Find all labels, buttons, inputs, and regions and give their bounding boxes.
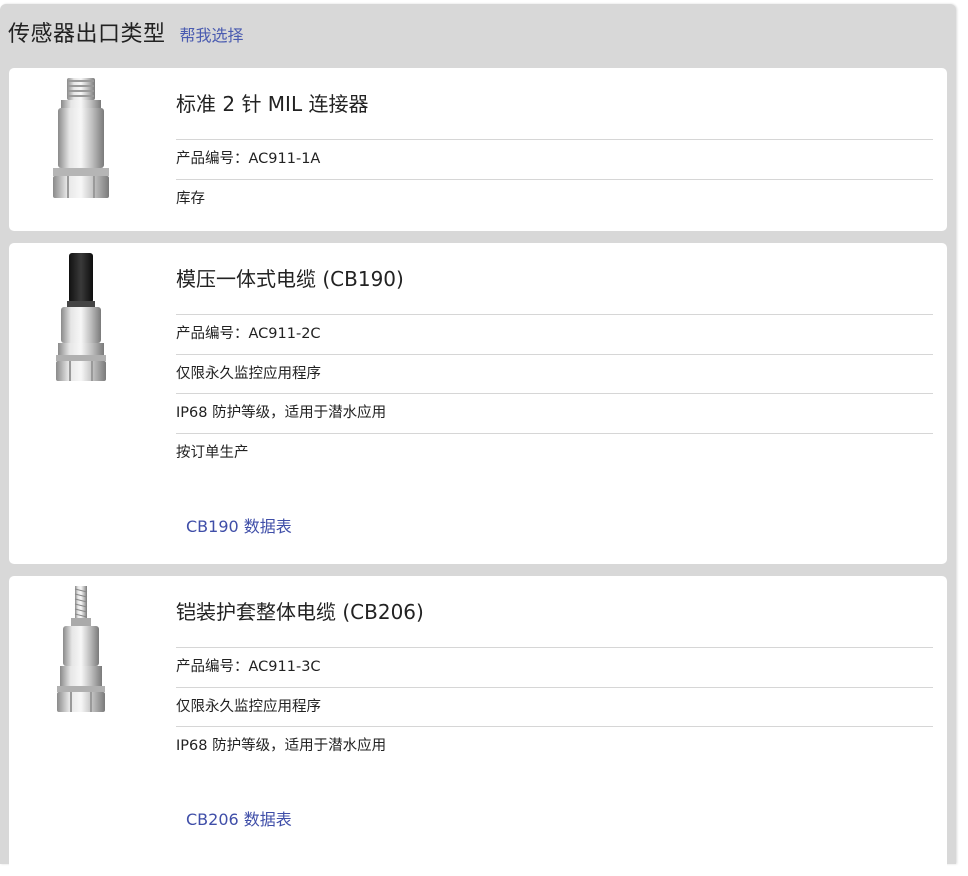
product-info: 模压一体式电缆 (CB190) 产品编号：AC911-2C 仅限永久监控应用程序… (176, 243, 933, 472)
product-card-ac911-2c[interactable]: 模压一体式电缆 (CB190) 产品编号：AC911-2C 仅限永久监控应用程序… (9, 243, 947, 564)
product-feature: 仅限永久监控应用程序 (176, 355, 933, 394)
product-feature: IP68 防护等级，适用于潜水应用 (176, 394, 933, 434)
connector-sensor-image (53, 78, 109, 198)
armored-cable-sensor-image (57, 586, 105, 712)
panel-title: 传感器出口类型 (8, 22, 166, 47)
product-card-ac911-1a[interactable]: 标准 2 针 MIL 连接器 产品编号：AC911-1A 库存 (9, 68, 947, 231)
product-name: 标准 2 针 MIL 连接器 (176, 68, 933, 140)
product-info: 标准 2 针 MIL 连接器 产品编号：AC911-1A 库存 (176, 68, 933, 218)
help-me-choose-link[interactable]: 帮我选择 (180, 22, 244, 46)
product-info: 铠装护套整体电缆 (CB206) 产品编号：AC911-3C 仅限永久监控应用程… (176, 576, 933, 766)
product-part-number: 产品编号：AC911-1A (176, 140, 933, 180)
product-feature: IP68 防护等级，适用于潜水应用 (176, 738, 387, 754)
sensor-outlet-panel: 传感器出口类型 帮我选择 标准 2 针 MIL 连接器 产品编号：AC911-1… (0, 4, 956, 876)
cb190-datasheet-link[interactable]: CB190 数据表 (186, 513, 292, 537)
product-part-number: 产品编号：AC911-3C (176, 648, 933, 688)
cb206-datasheet-link[interactable]: CB206 数据表 (186, 806, 292, 830)
panel-header: 传感器出口类型 帮我选择 (8, 16, 244, 50)
product-availability: 库存 (176, 190, 205, 207)
product-card-ac911-3c[interactable]: 铠装护套整体电缆 (CB206) 产品编号：AC911-3C 仅限永久监控应用程… (9, 576, 947, 876)
product-name: 模压一体式电缆 (CB190) (176, 243, 933, 315)
product-feature: 仅限永久监控应用程序 (176, 688, 933, 727)
product-part-number: 产品编号：AC911-2C (176, 315, 933, 355)
product-availability: 按订单生产 (176, 444, 249, 461)
molded-cable-sensor-image (56, 253, 106, 381)
product-name: 铠装护套整体电缆 (CB206) (176, 576, 933, 648)
